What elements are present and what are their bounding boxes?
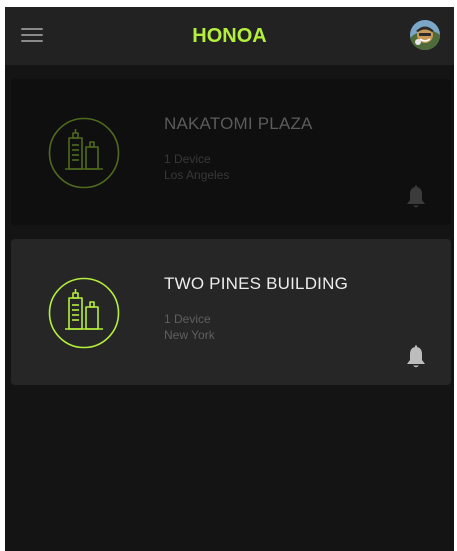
hamburger-menu-icon[interactable] [21,25,45,45]
menu-line [21,34,43,36]
menu-line [21,28,43,30]
user-avatar[interactable] [410,20,440,50]
device-count: 1 Device [164,152,211,166]
device-count: 1 Device [164,312,211,326]
building-card-nakatomi-plaza[interactable]: NAKATOMI PLAZA 1 Device Los Angeles [11,79,451,225]
menu-line [21,40,43,42]
bell-icon[interactable] [405,185,427,209]
app-title: HONOA [192,25,267,47]
building-city: New York [164,328,215,342]
building-name: TWO PINES BUILDING [164,274,349,293]
building-icon [48,277,120,349]
building-icon [48,117,120,189]
avatar-image [410,20,440,50]
building-city: Los Angeles [164,168,230,182]
top-app-bar: HONOA [5,7,454,65]
bell-icon[interactable] [405,345,427,369]
app-screen: HONOA NAKATOMI PLAZA 1 Device Los Angele… [5,7,454,551]
building-card-two-pines-building[interactable]: TWO PINES BUILDING 1 Device New York [11,239,451,385]
building-name: NAKATOMI PLAZA [164,114,313,133]
